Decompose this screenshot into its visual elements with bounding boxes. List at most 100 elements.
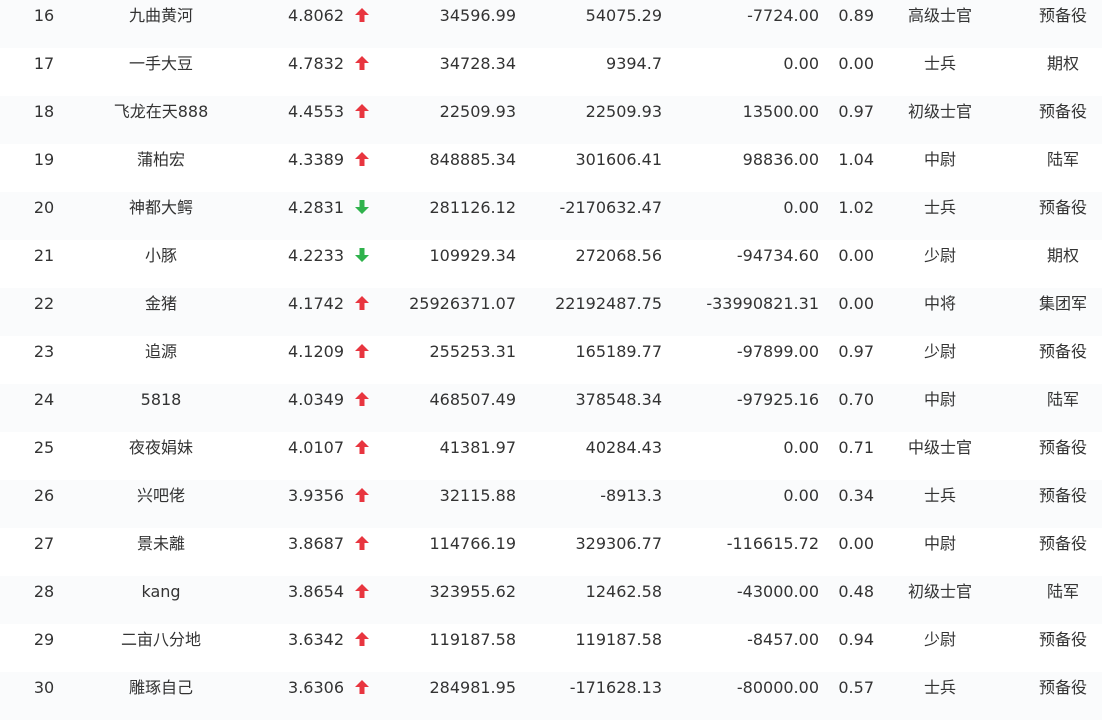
score-cell: 3.6306 (288, 678, 344, 697)
trend-cell (350, 480, 374, 528)
military-rank-cell: 中尉 (923, 390, 956, 409)
ratio-cell: 1.02 (838, 198, 874, 217)
value-1-cell: 119187.58 (429, 630, 516, 649)
value-1-cell: 284981.95 (429, 678, 516, 697)
score-cell: 3.9356 (288, 486, 344, 505)
trend-cell (350, 432, 374, 480)
military-rank-cell: 中级士官 (907, 438, 972, 457)
ratio-cell: 0.97 (838, 102, 874, 121)
military-rank-cell: 士兵 (923, 54, 956, 73)
rank-cell: 18 (33, 102, 55, 121)
military-rank-cell: 士兵 (923, 198, 956, 217)
value-2-cell: 54075.29 (585, 6, 662, 25)
user-name-cell: 一手大豆 (128, 54, 193, 73)
trend-cell (350, 528, 374, 576)
table-row[interactable]: 30 雕琢自己 3.6306 284981.95 -171628.13 -80000.00… (0, 672, 1102, 720)
score-cell: 4.0349 (288, 390, 344, 409)
table-row[interactable]: 23 追源 4.1209 255253.31 165189.77 -97899.00 0.9… (0, 336, 1102, 384)
arrow-up-icon (355, 344, 369, 358)
arrow-up-icon (355, 536, 369, 550)
category-cell: 陆军 (1046, 150, 1079, 169)
value-1-cell: 25926371.07 (409, 294, 516, 313)
category-cell: 预备役 (1038, 342, 1087, 361)
user-name-cell: 雕琢自己 (128, 678, 193, 697)
arrow-up-icon (355, 632, 369, 646)
ratio-cell: 0.71 (838, 438, 874, 457)
ranking-table: 16 九曲黄河 4.8062 34596.99 54075.29 -7724.00 0.89… (0, 0, 1102, 720)
user-name-cell: 兴吧佬 (136, 486, 185, 505)
table-row[interactable]: 24 5818 4.0349 468507.49 378548.34 -97925.16 0… (0, 384, 1102, 432)
rank-cell: 21 (33, 246, 55, 265)
value-2-cell: 329306.77 (575, 534, 662, 553)
value-2-cell: 378548.34 (575, 390, 662, 409)
table-row[interactable]: 21 小豚 4.2233 109929.34 272068.56 -94734.60 0.0… (0, 240, 1102, 288)
category-cell: 预备役 (1038, 678, 1087, 697)
value-2-cell: 22192487.75 (555, 294, 662, 313)
trend-cell (350, 288, 374, 336)
value-3-cell: -94734.60 (736, 246, 819, 265)
trend-cell (350, 384, 374, 432)
ratio-cell: 0.48 (838, 582, 874, 601)
value-3-cell: 0.00 (783, 438, 819, 457)
value-1-cell: 323955.62 (429, 582, 516, 601)
table-row[interactable]: 20 神都大鳄 4.2831 281126.12 -2170632.47 0.00 1.02… (0, 192, 1102, 240)
table-row[interactable]: 16 九曲黄河 4.8062 34596.99 54075.29 -7724.00 0.89… (0, 0, 1102, 48)
value-2-cell: 40284.43 (585, 438, 662, 457)
value-1-cell: 114766.19 (429, 534, 516, 553)
value-2-cell: 9394.7 (606, 54, 662, 73)
user-name-cell: 飞龙在天888 (113, 102, 209, 121)
value-2-cell: -171628.13 (569, 678, 662, 697)
value-2-cell: 119187.58 (575, 630, 662, 649)
ratio-cell: 0.70 (838, 390, 874, 409)
trend-cell (350, 624, 374, 672)
ratio-cell: 0.00 (838, 246, 874, 265)
arrow-up-icon (355, 8, 369, 22)
military-rank-cell: 少尉 (923, 246, 956, 265)
ratio-cell: 1.04 (838, 150, 874, 169)
score-cell: 3.8654 (288, 582, 344, 601)
value-2-cell: 165189.77 (575, 342, 662, 361)
trend-cell (350, 96, 374, 144)
rank-cell: 20 (33, 198, 55, 217)
trend-cell (350, 0, 374, 48)
military-rank-cell: 中将 (923, 294, 956, 313)
table-row[interactable]: 27 景未離 3.8687 114766.19 329306.77 -116615.72 0… (0, 528, 1102, 576)
arrow-up-icon (355, 392, 369, 406)
ratio-cell: 0.57 (838, 678, 874, 697)
value-3-cell: -8457.00 (747, 630, 819, 649)
table-row[interactable]: 17 一手大豆 4.7832 34728.34 9394.7 0.00 0.00 士兵 期权 (0, 48, 1102, 96)
value-2-cell: 301606.41 (575, 150, 662, 169)
category-cell: 预备役 (1038, 198, 1087, 217)
rank-cell: 24 (33, 390, 55, 409)
category-cell: 陆军 (1046, 582, 1079, 601)
score-cell: 4.1209 (288, 342, 344, 361)
user-name-cell: 5818 (140, 390, 182, 409)
user-name-cell: 小豚 (144, 246, 177, 265)
value-1-cell: 848885.34 (429, 150, 516, 169)
rank-cell: 16 (33, 6, 55, 25)
arrow-up-icon (355, 488, 369, 502)
value-2-cell: -2170632.47 (559, 198, 662, 217)
value-3-cell: -80000.00 (736, 678, 819, 697)
score-cell: 4.4553 (288, 102, 344, 121)
category-cell: 预备役 (1038, 630, 1087, 649)
table-row[interactable]: 18 飞龙在天888 4.4553 22509.93 22509.93 13500.00 0… (0, 96, 1102, 144)
value-1-cell: 468507.49 (429, 390, 516, 409)
value-1-cell: 22509.93 (439, 102, 516, 121)
table-row[interactable]: 26 兴吧佬 3.9356 32115.88 -8913.3 0.00 0.34 士兵 预备役 (0, 480, 1102, 528)
score-cell: 4.1742 (288, 294, 344, 313)
table-row[interactable]: 29 二亩八分地 3.6342 119187.58 119187.58 -8457.00 0… (0, 624, 1102, 672)
user-name-cell: 景未離 (136, 534, 185, 553)
category-cell: 预备役 (1038, 534, 1087, 553)
table-row[interactable]: 22 金猪 4.1742 25926371.07 22192487.75 -3399082… (0, 288, 1102, 336)
category-cell: 预备役 (1038, 438, 1087, 457)
score-cell: 3.8687 (288, 534, 344, 553)
rank-cell: 17 (33, 54, 55, 73)
table-row[interactable]: 19 蒲柏宏 4.3389 848885.34 301606.41 98836.00 1.0… (0, 144, 1102, 192)
value-2-cell: 272068.56 (575, 246, 662, 265)
table-row[interactable]: 28 kang 3.8654 323955.62 12462.58 -43000.00 0.… (0, 576, 1102, 624)
table-row[interactable]: 25 夜夜娟妹 4.0107 41381.97 40284.43 0.00 0.71 中级士官… (0, 432, 1102, 480)
military-rank-cell: 中尉 (923, 534, 956, 553)
score-cell: 3.6342 (288, 630, 344, 649)
military-rank-cell: 初级士官 (907, 582, 972, 601)
